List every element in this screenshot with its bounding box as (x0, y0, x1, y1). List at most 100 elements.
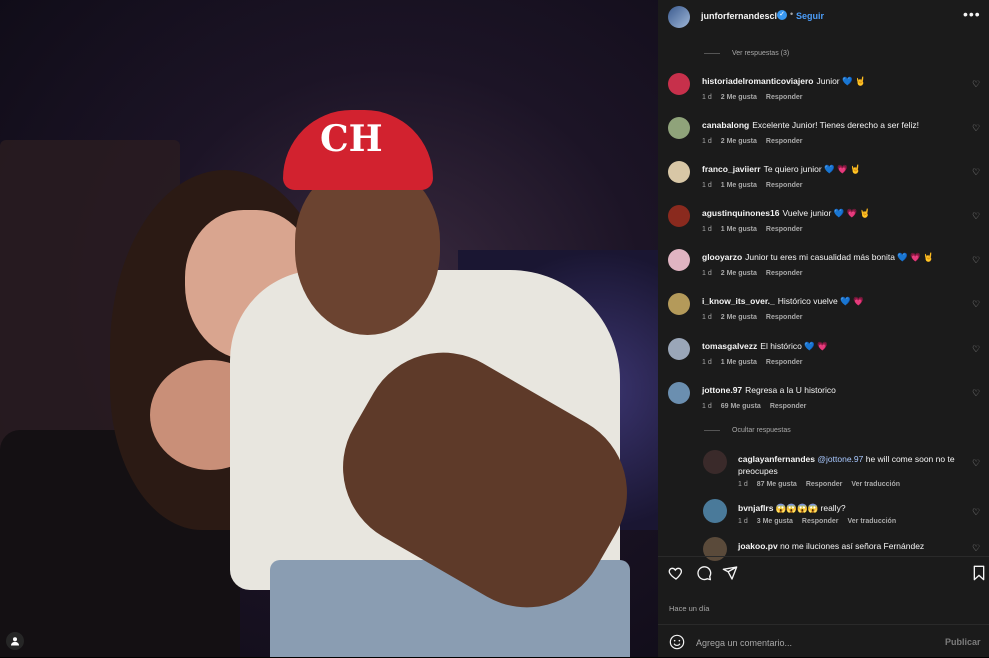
commenter-avatar[interactable] (668, 205, 690, 227)
reply-link[interactable]: Responder (766, 359, 803, 366)
heart-icon[interactable]: ♡ (972, 255, 980, 266)
heart-icon[interactable]: ♡ (972, 344, 980, 355)
comment-text: franco_javiierr Te quiero junior 💙 💗 🤘 (702, 164, 861, 175)
reply-link[interactable]: Responder (766, 138, 803, 145)
reply-link[interactable]: Responder (770, 403, 807, 410)
comment-time: 1 d (702, 138, 712, 145)
heart-icon[interactable]: ♡ (972, 79, 980, 90)
reply-likes[interactable]: 87 Me gusta (757, 481, 797, 488)
emoji-icon[interactable] (669, 634, 685, 650)
heart-icon[interactable]: ♡ (972, 507, 980, 518)
commenter-username[interactable]: canabalong (702, 120, 749, 130)
post-image[interactable]: CH (0, 0, 658, 657)
heart-icon[interactable]: ♡ (972, 458, 980, 469)
comment-likes[interactable]: 2 Me gusta (721, 94, 757, 101)
comment-body: Junior tu eres mi casualidad más bonita … (745, 252, 934, 262)
commenter-avatar[interactable] (668, 249, 690, 271)
reply-text: bvnjaflrs 😱😱😱😱 really? (738, 502, 963, 514)
reply-link[interactable]: Responder (766, 94, 803, 101)
comment-body: Te quiero junior 💙 💗 🤘 (763, 164, 861, 174)
commenter-avatar[interactable] (668, 161, 690, 183)
comment-likes[interactable]: 69 Me gusta (721, 403, 761, 410)
commenter-username[interactable]: historiadelromanticoviajero (702, 76, 813, 86)
mention-link[interactable]: @jottone.97 (817, 454, 863, 464)
comment-text: i_know_its_over._ Histórico vuelve 💙 💗 (702, 296, 864, 307)
heart-icon[interactable] (668, 565, 684, 581)
reply-link[interactable]: Responder (802, 518, 839, 525)
comment-meta: 1 d 2 Me gusta Responder (702, 314, 811, 321)
commenter-avatar[interactable] (668, 117, 690, 139)
reply-time: 1 d (738, 481, 748, 488)
comment-likes[interactable]: 1 Me gusta (721, 226, 757, 233)
reply-link[interactable]: Responder (766, 270, 803, 277)
comment-likes[interactable]: 2 Me gusta (721, 138, 757, 145)
replier-avatar[interactable] (703, 450, 727, 474)
author-username[interactable]: junforfernandescl (701, 11, 777, 21)
replier-avatar[interactable] (703, 499, 727, 523)
comment-text: historiadelromanticoviajero Junior 💙 🤘 (702, 76, 866, 87)
comment-body: Junior 💙 🤘 (816, 76, 866, 86)
comment-time: 1 d (702, 226, 712, 233)
comment-likes[interactable]: 1 Me gusta (721, 182, 757, 189)
comment-time: 1 d (702, 270, 712, 277)
comment-text: glooyarzo Junior tu eres mi casualidad má… (702, 252, 934, 263)
replier-username[interactable]: joakoo.pv (738, 541, 778, 551)
commenter-username[interactable]: i_know_its_over._ (702, 296, 775, 306)
translate-link[interactable]: Ver traducción (847, 518, 896, 525)
reply-text: caglayanfernandes @jottone.97 he will co… (738, 453, 963, 477)
reply-text: joakoo.pv no me iluciones así señora Fer… (738, 540, 963, 552)
heart-icon[interactable]: ♡ (972, 167, 980, 178)
reply-likes[interactable]: 3 Me gusta (757, 518, 793, 525)
comment-time: 1 d (702, 403, 712, 410)
comment-meta: 1 d 69 Me gusta Responder (702, 403, 815, 410)
reply-body: no me iluciones así señora Fernández (780, 541, 925, 551)
divider-line (704, 430, 720, 431)
hide-replies-toggle[interactable]: Ocultar respuestas (704, 427, 791, 434)
comment-likes[interactable]: 2 Me gusta (721, 314, 757, 321)
heart-icon[interactable]: ♡ (972, 211, 980, 222)
commenter-avatar[interactable] (668, 338, 690, 360)
heart-icon[interactable]: ♡ (972, 123, 980, 134)
view-replies-toggle[interactable]: Ver respuestas (3) (704, 50, 789, 57)
commenter-avatar[interactable] (668, 73, 690, 95)
replier-username[interactable]: caglayanfernandes (738, 454, 815, 464)
commenter-username[interactable]: jottone.97 (702, 385, 742, 395)
commenter-username[interactable]: agustinquinones16 (702, 208, 779, 218)
commenter-avatar[interactable] (668, 382, 690, 404)
more-icon[interactable]: ••• (963, 6, 981, 22)
heart-icon[interactable]: ♡ (972, 299, 980, 310)
commenter-username[interactable]: franco_javiierr (702, 164, 761, 174)
comments-panel: junforfernandescl ✓ • Seguir ••• Ver res… (658, 0, 989, 657)
cap-logo: CH (320, 118, 383, 160)
author-avatar[interactable] (668, 6, 690, 28)
comment-meta: 1 d 1 Me gusta Responder (702, 359, 811, 366)
comment-meta: 1 d 2 Me gusta Responder (702, 138, 811, 145)
tagged-user-icon[interactable] (6, 632, 24, 650)
follow-button[interactable]: Seguir (796, 11, 824, 21)
comment-text: jottone.97 Regresa a la U historico (702, 385, 836, 395)
comment-input[interactable] (694, 634, 938, 652)
comment-icon[interactable] (696, 565, 712, 581)
heart-icon[interactable]: ♡ (972, 388, 980, 399)
comment-meta: 1 d 2 Me gusta Responder (702, 270, 811, 277)
reply-link[interactable]: Responder (766, 226, 803, 233)
comment-body: Excelente Junior! Tienes derecho a ser f… (752, 120, 920, 130)
reply-link[interactable]: Responder (766, 314, 803, 321)
commenter-username[interactable]: glooyarzo (702, 252, 742, 262)
comment-meta: 1 d 1 Me gusta Responder (702, 226, 811, 233)
comment-time: 1 d (702, 359, 712, 366)
share-icon[interactable] (722, 565, 738, 581)
reply-link[interactable]: Responder (806, 481, 843, 488)
publish-button[interactable]: Publicar (945, 637, 981, 647)
translate-link[interactable]: Ver traducción (851, 481, 900, 488)
view-replies-label: Ver respuestas (3) (732, 50, 790, 57)
heart-icon[interactable]: ♡ (972, 543, 980, 554)
comment-likes[interactable]: 1 Me gusta (721, 359, 757, 366)
comment-body: Histórico vuelve 💙 💗 (777, 296, 864, 306)
replier-username[interactable]: bvnjaflrs (738, 503, 773, 513)
comment-likes[interactable]: 2 Me gusta (721, 270, 757, 277)
reply-link[interactable]: Responder (766, 182, 803, 189)
bookmark-icon[interactable] (971, 565, 987, 581)
commenter-username[interactable]: tomasgalvezz (702, 341, 757, 351)
commenter-avatar[interactable] (668, 293, 690, 315)
